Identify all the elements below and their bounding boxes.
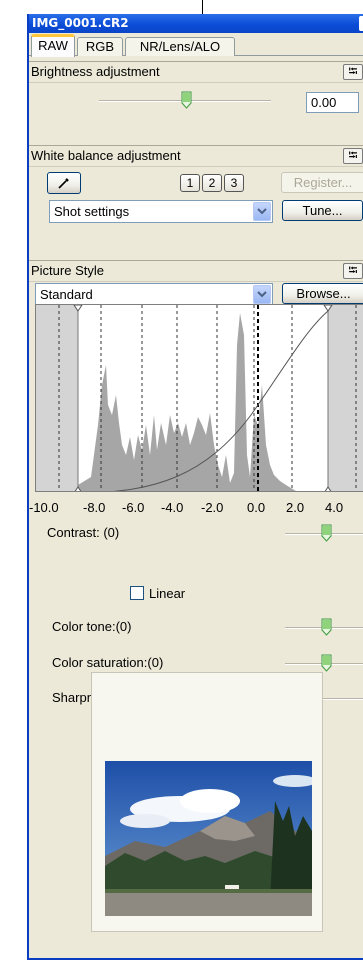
brightness-header: Brightness adjustment ⭾ bbox=[29, 62, 363, 83]
register-button[interactable]: Register... bbox=[281, 172, 363, 193]
axis-tick-label: -10.0 bbox=[29, 500, 59, 515]
white-balance-header: White balance adjustment ⭾ bbox=[29, 146, 363, 167]
reset-arrow-icon: ⭾ bbox=[348, 64, 358, 78]
window-pointer-line bbox=[202, 0, 203, 14]
color-saturation-label: Color saturation:(0) bbox=[52, 655, 164, 670]
contrast-slider-thumb[interactable] bbox=[321, 524, 332, 542]
chevron-down-icon[interactable] bbox=[253, 202, 271, 221]
brightness-reset-button[interactable]: ⭾ bbox=[343, 64, 363, 80]
picture-style-reset-button[interactable]: ⭾ bbox=[343, 263, 363, 279]
browse-button[interactable]: Browse... bbox=[282, 283, 363, 304]
white-balance-reset-button[interactable]: ⭾ bbox=[343, 148, 363, 164]
wb-preset-1-button[interactable]: 1 bbox=[180, 174, 200, 192]
chevron-down-icon[interactable] bbox=[253, 285, 271, 304]
white-balance-mode-select[interactable]: Shot settings bbox=[49, 200, 273, 223]
window-title: IMG_0001.CR2 bbox=[32, 16, 129, 30]
preview-photo bbox=[105, 761, 312, 916]
histogram-left-clip bbox=[36, 305, 78, 491]
histogram-right-clip bbox=[328, 305, 363, 491]
color-saturation-slider-thumb[interactable] bbox=[321, 654, 332, 672]
tone-curve-histogram[interactable] bbox=[35, 304, 363, 492]
brightness-slider-thumb[interactable] bbox=[181, 91, 192, 109]
tab-strip: RAW RGB NR/Lens/ALO bbox=[29, 34, 363, 57]
white-balance-mode-value: Shot settings bbox=[54, 204, 130, 219]
axis-tick-label: -4.0 bbox=[161, 500, 184, 515]
reset-arrow-icon: ⭾ bbox=[348, 263, 358, 277]
linear-checkbox[interactable] bbox=[130, 586, 144, 600]
close-icon[interactable] bbox=[359, 16, 363, 31]
color-tone-label: Color tone:(0) bbox=[52, 619, 132, 634]
wb-preset-3-button[interactable]: 3 bbox=[224, 174, 244, 192]
axis-tick-label: 4.0 bbox=[325, 500, 344, 515]
picture-style-select[interactable]: Standard bbox=[35, 283, 273, 306]
histogram-fill bbox=[78, 313, 296, 491]
color-tone-slider-thumb[interactable] bbox=[321, 618, 332, 636]
axis-tick-label: -6.0 bbox=[122, 500, 145, 515]
axis-tick-label: 0.0 bbox=[247, 500, 266, 515]
axis-tick-label: -2.0 bbox=[201, 500, 224, 515]
tool-palette-window: IMG_0001.CR2 RAW RGB NR/Lens/ALO Brightn… bbox=[27, 14, 363, 960]
brightness-value-input[interactable]: 0.00 bbox=[306, 92, 359, 113]
tab-nr-lens-alo[interactable]: NR/Lens/ALO bbox=[125, 37, 235, 56]
title-bar[interactable]: IMG_0001.CR2 bbox=[29, 14, 363, 33]
contrast-label: Contrast: (0) bbox=[47, 525, 120, 540]
picture-style-value: Standard bbox=[40, 287, 93, 302]
axis-tick-label: -8.0 bbox=[83, 500, 106, 515]
white-balance-header-label: White balance adjustment bbox=[31, 148, 181, 163]
linear-label: Linear bbox=[149, 586, 186, 601]
preview-thumbnail-frame bbox=[91, 672, 323, 932]
brightness-header-label: Brightness adjustment bbox=[31, 64, 160, 79]
picture-style-header: Picture Style ⭾ bbox=[29, 261, 363, 282]
axis-tick-label: 2.0 bbox=[286, 500, 305, 515]
white-balance-panel: White balance adjustment ⭾ 1 2 3 Registe… bbox=[29, 145, 363, 262]
picture-style-header-label: Picture Style bbox=[31, 263, 104, 278]
tune-button[interactable]: Tune... bbox=[282, 200, 363, 221]
eyedropper-button[interactable] bbox=[47, 172, 81, 194]
tab-raw[interactable]: RAW bbox=[31, 34, 75, 57]
eyedropper-icon bbox=[58, 178, 69, 189]
tab-rgb[interactable]: RGB bbox=[77, 37, 123, 56]
brightness-panel: Brightness adjustment ⭾ 0.00 bbox=[29, 61, 363, 145]
reset-arrow-icon: ⭾ bbox=[348, 148, 358, 162]
wb-preset-2-button[interactable]: 2 bbox=[202, 174, 222, 192]
